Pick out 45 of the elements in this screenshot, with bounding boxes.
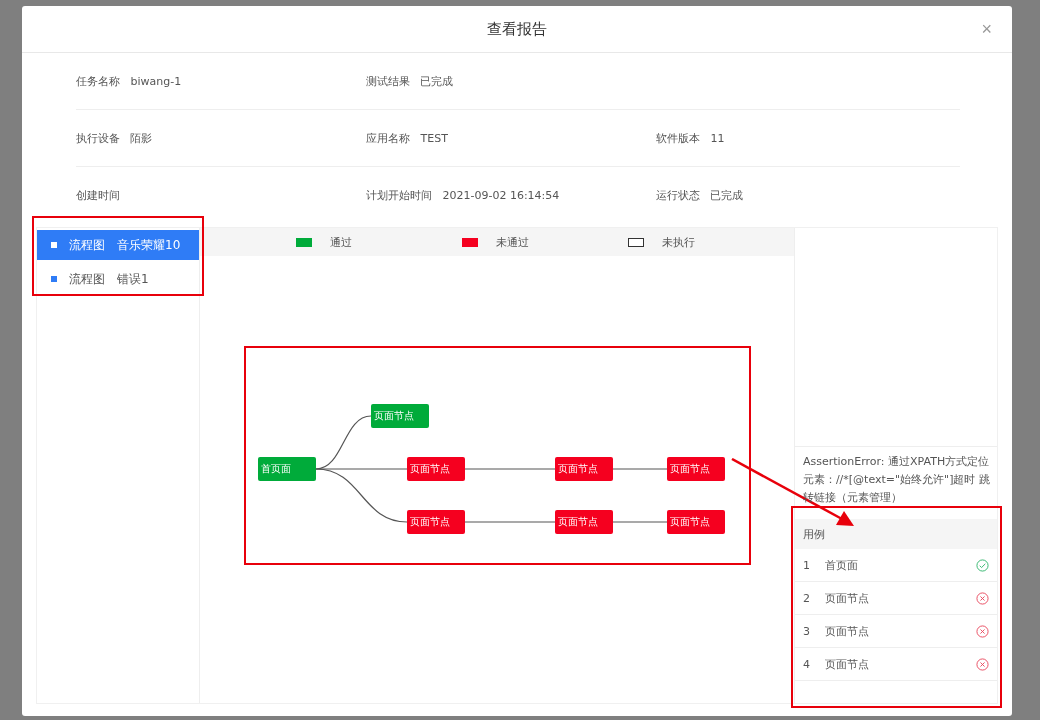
flow-node: 页面节点 — [406, 510, 465, 534]
info-field: 创建时间 — [76, 187, 366, 203]
legend-swatch — [627, 237, 644, 247]
info-field: 测试结果 已完成 — [366, 73, 656, 89]
flow-node: 首页面 — [257, 457, 316, 481]
legend-label: 未执行 — [661, 234, 695, 250]
info-field: 执行设备 陌影 — [76, 130, 366, 146]
flow-name: 错误1 — [117, 270, 149, 288]
edge-line — [612, 468, 668, 470]
bullet-icon — [51, 242, 57, 248]
flow-item[interactable]: 流程图 音乐荣耀10 — [37, 230, 199, 260]
flow-node: 页面节点 — [406, 457, 465, 481]
flow-node: 页面节点 — [370, 404, 429, 428]
info-field: 应用名称 TEST — [366, 130, 656, 146]
case-name: 页面节点 — [824, 623, 870, 639]
flow-type: 流程图 — [69, 236, 105, 254]
case-row[interactable]: 1 首页面 — [794, 549, 997, 582]
flow-type: 流程图 — [69, 270, 105, 288]
bullet-icon — [51, 276, 57, 282]
case-number: 1 — [802, 558, 811, 572]
info-field: 任务名称 biwang-1 — [76, 73, 366, 89]
legend-label: 通过 — [329, 234, 352, 250]
info-field: 计划开始时间 2021-09-02 16:14:54 — [366, 187, 656, 203]
case-number: 4 — [802, 657, 811, 671]
case-number: 3 — [802, 624, 811, 638]
info-field: 运行状态 已完成 — [656, 187, 960, 203]
legend-label: 未通过 — [495, 234, 529, 250]
case-name: 首页面 — [824, 557, 859, 573]
case-name: 页面节点 — [824, 656, 870, 672]
flow-node: 页面节点 — [554, 457, 613, 481]
dialog-title: 查看报告 — [487, 19, 547, 39]
case-number: 2 — [802, 591, 811, 605]
case-row[interactable]: 4 页面节点 — [794, 648, 997, 681]
legend-swatch — [461, 237, 478, 247]
case-row[interactable]: 3 页面节点 — [794, 615, 997, 648]
edge-line — [612, 521, 668, 523]
cases-header: 用例 — [794, 519, 997, 549]
flow-node: 页面节点 — [666, 510, 725, 534]
case-row[interactable]: 2 页面节点 — [794, 582, 997, 615]
legend-swatch — [295, 237, 312, 247]
case-name: 页面节点 — [824, 590, 870, 606]
flow-node: 页面节点 — [554, 510, 613, 534]
flow-node: 页面节点 — [666, 457, 725, 481]
info-field: 软件版本 11 — [656, 130, 960, 146]
flow-name: 音乐荣耀10 — [117, 236, 181, 254]
